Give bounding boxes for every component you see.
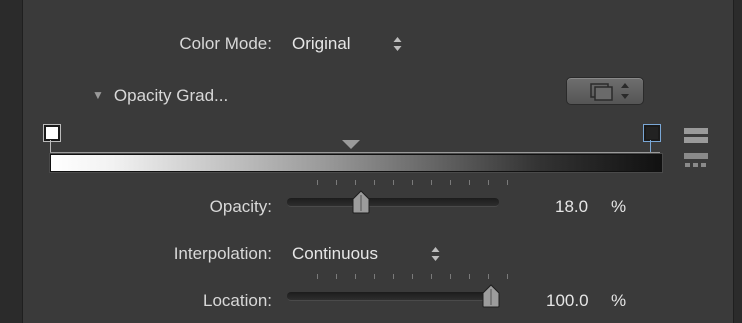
slider-tick bbox=[336, 274, 337, 279]
gradient-preset-icon bbox=[590, 83, 629, 101]
slider-tick bbox=[450, 180, 451, 185]
slider-tick bbox=[355, 274, 356, 279]
left-panel-edge bbox=[0, 0, 23, 323]
disclosure-triangle-icon: ▼ bbox=[92, 88, 104, 102]
opacity-label: Opacity: bbox=[209, 197, 272, 216]
location-value[interactable]: 100.0 bbox=[546, 291, 589, 311]
interpolation-label: Interpolation: bbox=[173, 244, 272, 263]
location-slider[interactable] bbox=[287, 274, 508, 314]
slider-tick bbox=[431, 180, 432, 185]
location-label: Location: bbox=[203, 291, 272, 310]
up-down-stepper-icon bbox=[431, 246, 440, 262]
color-mode-value: Original bbox=[292, 34, 351, 53]
slider-tick bbox=[488, 274, 489, 279]
location-slider-knob[interactable] bbox=[481, 284, 501, 308]
gradient-stop-track bbox=[50, 152, 660, 153]
interpolation-value: Continuous bbox=[292, 244, 379, 263]
gradient-preset-button[interactable] bbox=[566, 77, 644, 105]
slider-tick bbox=[507, 274, 508, 279]
gradient-stop-start[interactable] bbox=[44, 125, 60, 141]
right-panel-edge bbox=[733, 0, 742, 323]
slider-tick bbox=[488, 180, 489, 185]
location-slider-ticks bbox=[317, 274, 508, 280]
opacity-slider[interactable] bbox=[287, 180, 508, 220]
opacity-gradient-title: Opacity Grad... bbox=[113, 86, 229, 105]
opacity-slider-ticks bbox=[317, 180, 508, 186]
opacity-slider-knob[interactable] bbox=[351, 190, 371, 214]
slider-tick bbox=[450, 274, 451, 279]
opacity-unit: % bbox=[611, 197, 627, 216]
opacity-slider-track bbox=[287, 198, 499, 207]
slider-tick bbox=[431, 274, 432, 279]
slider-tick bbox=[507, 180, 508, 185]
gradient-bar-view-icon[interactable] bbox=[684, 127, 708, 150]
location-unit: % bbox=[611, 291, 627, 310]
slider-tick bbox=[374, 180, 375, 185]
slider-tick bbox=[317, 274, 318, 279]
opacity-gradient-editor[interactable] bbox=[40, 122, 670, 182]
slider-tick bbox=[412, 180, 413, 185]
slider-tick bbox=[317, 180, 318, 185]
gradient-stop-end-selected[interactable] bbox=[644, 125, 660, 141]
slider-tick bbox=[393, 180, 394, 185]
slider-tick bbox=[336, 180, 337, 185]
opacity-value[interactable]: 18.0 bbox=[555, 197, 588, 217]
gradient-midpoint-handle[interactable] bbox=[342, 140, 360, 149]
slider-tick bbox=[469, 274, 470, 279]
slider-tick bbox=[355, 180, 356, 185]
up-down-stepper-icon bbox=[393, 36, 402, 52]
color-mode-label: Color Mode: bbox=[179, 34, 272, 53]
slider-tick bbox=[469, 180, 470, 185]
opacity-gradient-disclosure[interactable]: ▼ Opacity Grad... bbox=[92, 86, 228, 106]
slider-tick bbox=[374, 274, 375, 279]
gradient-stops-view-icon[interactable] bbox=[684, 153, 708, 176]
gradient-bar[interactable] bbox=[50, 154, 662, 172]
slider-tick bbox=[412, 274, 413, 279]
slider-tick bbox=[393, 274, 394, 279]
location-slider-track bbox=[287, 292, 499, 301]
